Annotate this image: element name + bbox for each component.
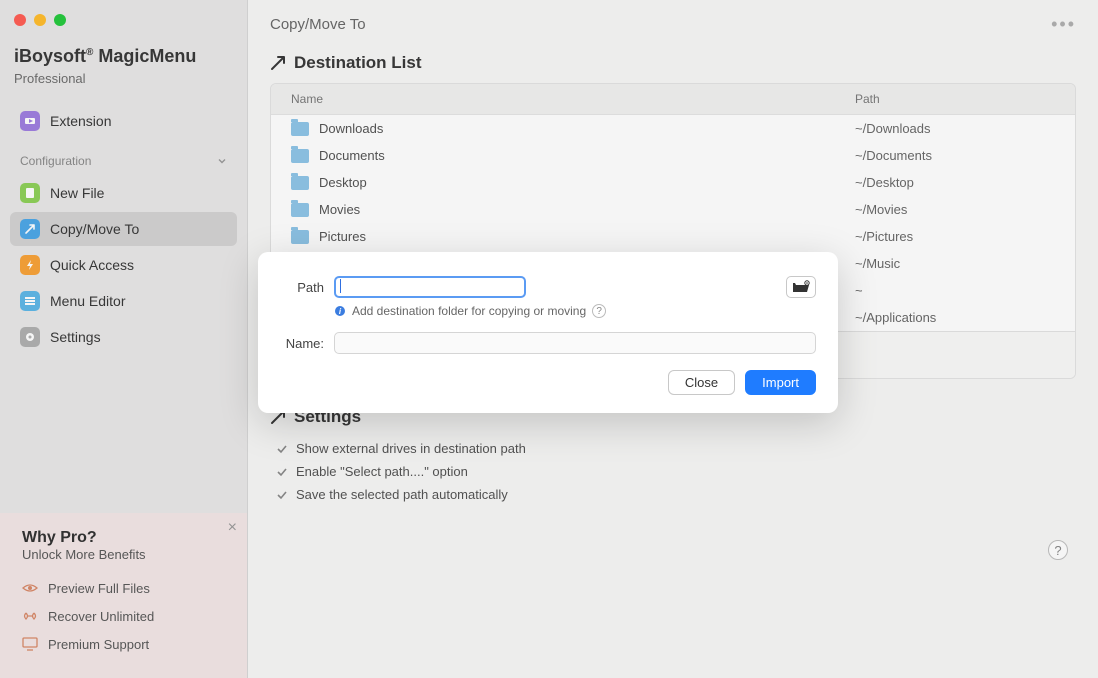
path-row: Path: [280, 276, 816, 298]
folder-open-icon: [792, 280, 810, 294]
path-label: Path: [280, 280, 324, 295]
import-button[interactable]: Import: [745, 370, 816, 395]
browse-folder-button[interactable]: [786, 276, 816, 298]
name-row: Name:: [280, 332, 816, 354]
hint-text: Add destination folder for copying or mo…: [352, 304, 586, 318]
close-button[interactable]: Close: [668, 370, 735, 395]
text-cursor: [340, 279, 341, 293]
modal-actions: Close Import: [280, 370, 816, 395]
hint-help-button[interactable]: ?: [592, 304, 606, 318]
info-icon: i: [334, 305, 346, 317]
name-input[interactable]: [334, 332, 816, 354]
add-destination-modal: Path i Add destination folder for copyin…: [258, 252, 838, 413]
name-label: Name:: [280, 336, 324, 351]
path-input[interactable]: [334, 276, 526, 298]
hint-row: i Add destination folder for copying or …: [334, 304, 816, 318]
